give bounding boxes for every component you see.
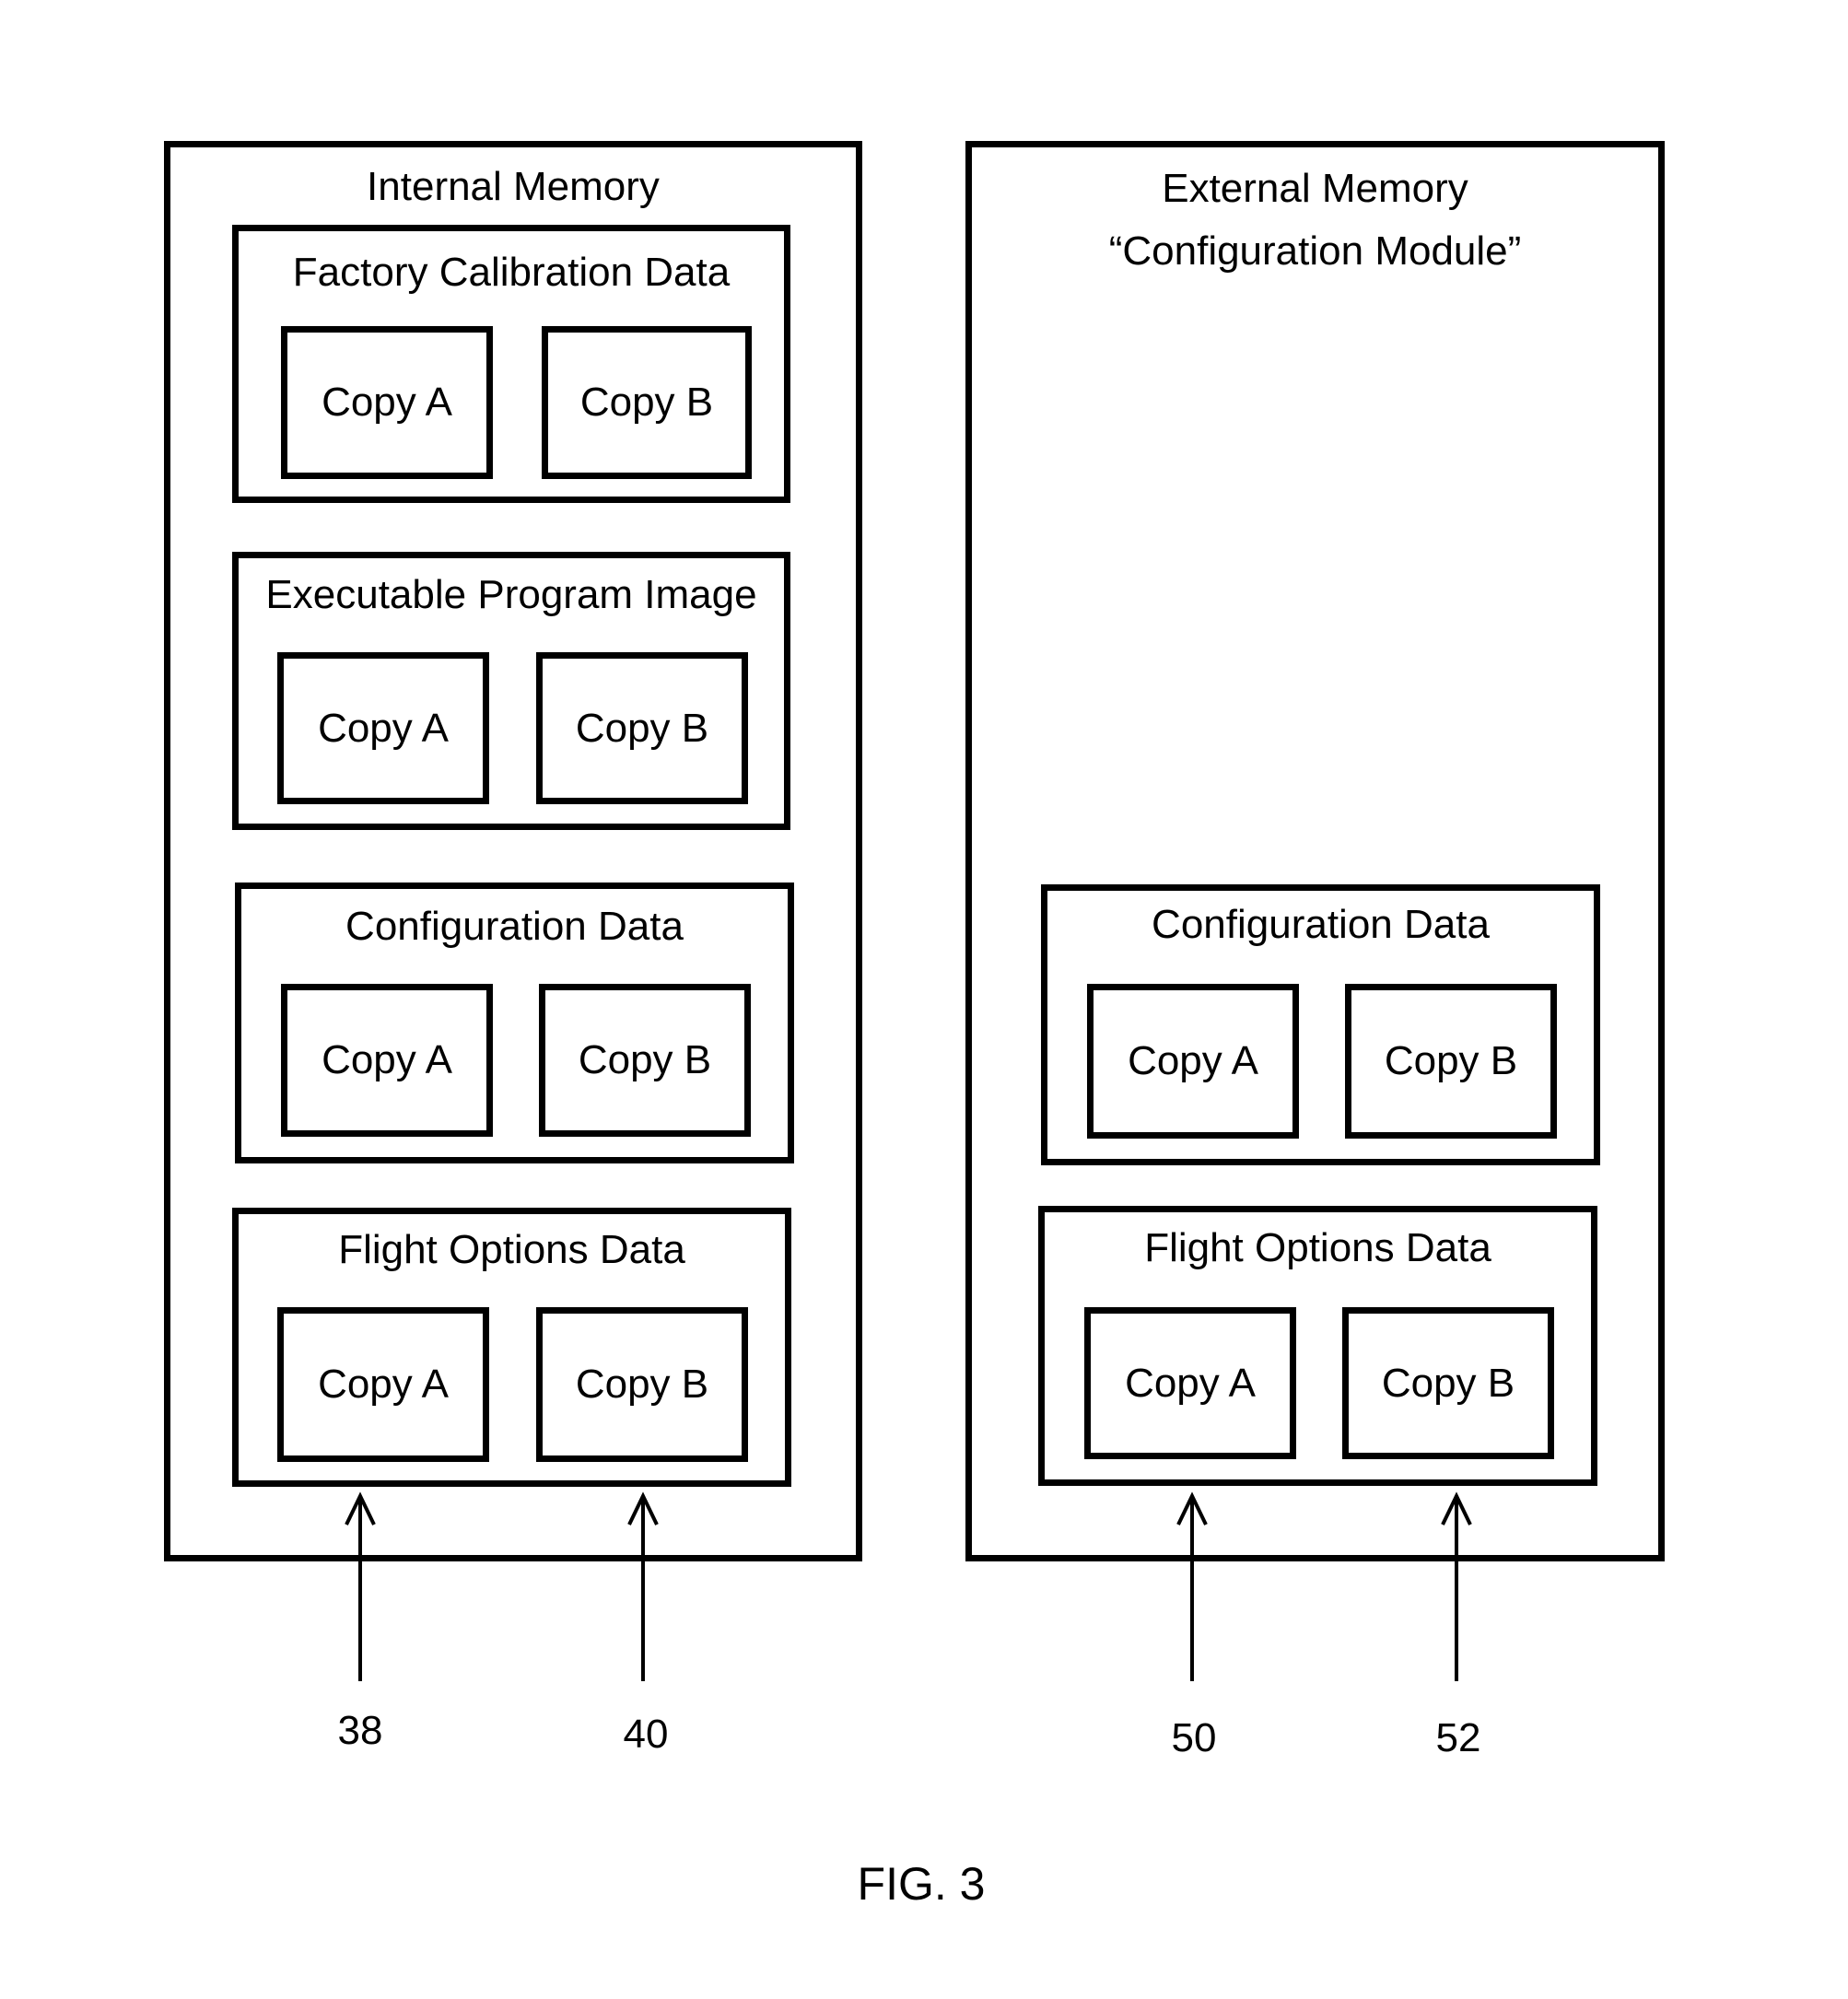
arrow-52 bbox=[1441, 1491, 1472, 1681]
arrow-38 bbox=[345, 1491, 376, 1681]
figure-label: FIG. 3 bbox=[857, 1858, 986, 1910]
arrow-40 bbox=[627, 1491, 659, 1681]
arrow-50 bbox=[1176, 1491, 1208, 1681]
reference-arrows bbox=[345, 1491, 1472, 1681]
reference-numeral-50: 50 bbox=[1171, 1715, 1217, 1760]
reference-numeral-38: 38 bbox=[337, 1708, 383, 1753]
reference-numeral-52: 52 bbox=[1435, 1715, 1481, 1760]
reference-numeral-40: 40 bbox=[623, 1712, 669, 1757]
